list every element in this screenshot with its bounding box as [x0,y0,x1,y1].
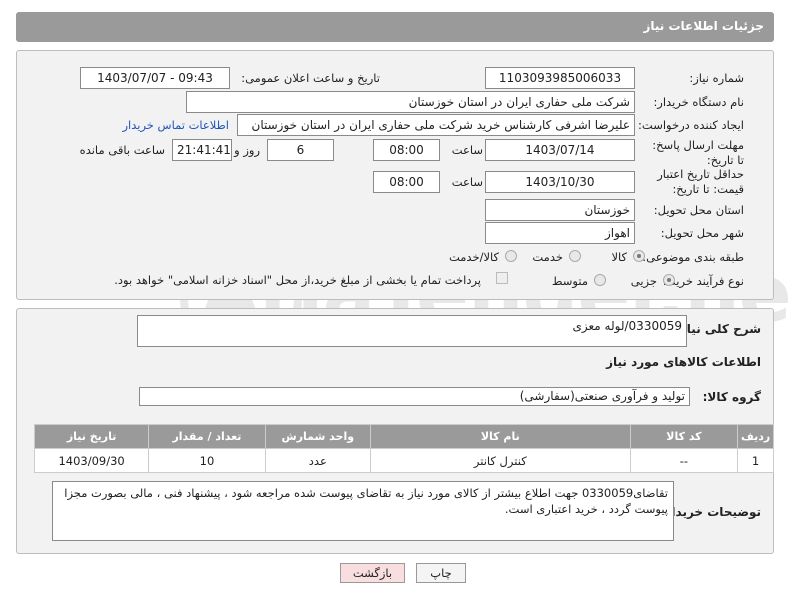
process-minor-radio[interactable] [663,274,675,286]
province-label: استان محل تحویل: [653,203,744,217]
page-header: جزئیات اطلاعات نیاز [16,12,774,42]
back-button[interactable]: بازگشت [340,563,405,583]
buyer-field: شرکت ملی حفاری ایران در استان خوزستان [186,91,635,113]
page-title: جزئیات اطلاعات نیاز [643,19,764,33]
buyer-contact-link[interactable]: اطلاعات تماس خریدار [122,118,229,132]
cell-row: 1 [737,448,774,473]
print-button[interactable]: چاپ [416,563,466,583]
category-service-label: خدمت [532,250,563,264]
deadline-time-label: ساعت [451,143,483,157]
table-header-row: ردیف کد کالا نام کالا واحد شمارش تعداد /… [33,424,774,449]
creator-label: ایجاد کننده درخواست: [638,118,744,132]
cell-unit: عدد [264,448,371,473]
col-qty-header: تعداد / مقدار [148,424,266,449]
price-validity-time-field: 08:00 [373,171,440,193]
remaining-time-label: ساعت باقی مانده [79,143,165,157]
process-medium-radio[interactable] [594,274,606,286]
deadline-time-field: 08:00 [373,139,440,161]
table-row: 1 -- کنترل کانتر عدد 10 1403/09/30 [33,448,774,473]
col-row-header: ردیف [737,424,774,449]
remaining-time-field: 21:41:41 [172,139,232,161]
category-goods-service-radio[interactable] [505,250,517,262]
treasury-payment-note: پرداخت تمام یا بخشی از مبلغ خرید،از محل … [114,273,481,287]
category-goods-label: کالا [611,250,627,264]
announce-date-field: 1403/07/07 - 09:43 [80,67,230,89]
description-label: شرح کلی نیاز: [675,322,761,336]
price-validity-date-field: 1403/10/30 [485,171,635,193]
category-label: طبقه بندی موضوعی: [642,250,744,264]
city-field: اهواز [485,222,635,244]
items-section-title: اطلاعات کالاهای مورد نیاز [606,355,761,369]
city-label: شهر محل تحویل: [660,226,744,240]
announce-date-label: تاریخ و ساعت اعلان عمومی: [241,71,380,85]
days-label: روز و [234,143,260,157]
need-number-field: 1103093985006033 [485,67,635,89]
process-medium-label: متوسط [551,274,588,288]
need-number-label: شماره نیاز: [689,71,744,85]
province-field: خوزستان [485,199,635,221]
category-goods-radio[interactable] [633,250,645,262]
creator-field: علیرضا اشرفی کارشناس خرید شرکت ملی حفاری… [237,114,635,136]
cell-code: -- [629,448,739,473]
buyer-notes-field: تقاضای0330059 جهت اطلاع بیشتر از کالای م… [52,481,674,541]
process-minor-label: جزیی [630,274,657,288]
cell-qty: 10 [148,448,266,473]
goods-group-label: گروه کالا: [702,390,761,404]
cell-date: 1403/09/30 [33,448,150,473]
col-unit-header: واحد شمارش [264,424,371,449]
category-goods-service-label: کالا/خدمت [448,250,499,264]
category-service-radio[interactable] [569,250,581,262]
treasury-payment-checkbox[interactable] [496,272,508,284]
cell-name: کنترل کانتر [369,448,631,473]
description-field: 0330059/لوله معزی [137,315,687,347]
days-remaining-field: 6 [267,139,334,161]
goods-group-field: تولید و فرآوری صنعتی(سفارشی) [139,387,690,406]
items-table: ردیف کد کالا نام کالا واحد شمارش تعداد /… [33,424,774,473]
col-name-header: نام کالا [369,424,631,449]
buyer-notes-label: توضیحات خریدار: [659,505,761,519]
col-code-header: کد کالا [629,424,739,449]
deadline-label: مهلت ارسال پاسخ: تا تاریخ: [652,138,744,167]
col-date-header: تاریخ نیاز [33,424,150,449]
deadline-date-field: 1403/07/14 [485,139,635,161]
price-validity-time-label: ساعت [451,175,483,189]
price-validity-label: حداقل تاریخ اعتبار قیمت: تا تاریخ: [657,167,744,196]
buyer-label: نام دستگاه خریدار: [653,95,744,109]
